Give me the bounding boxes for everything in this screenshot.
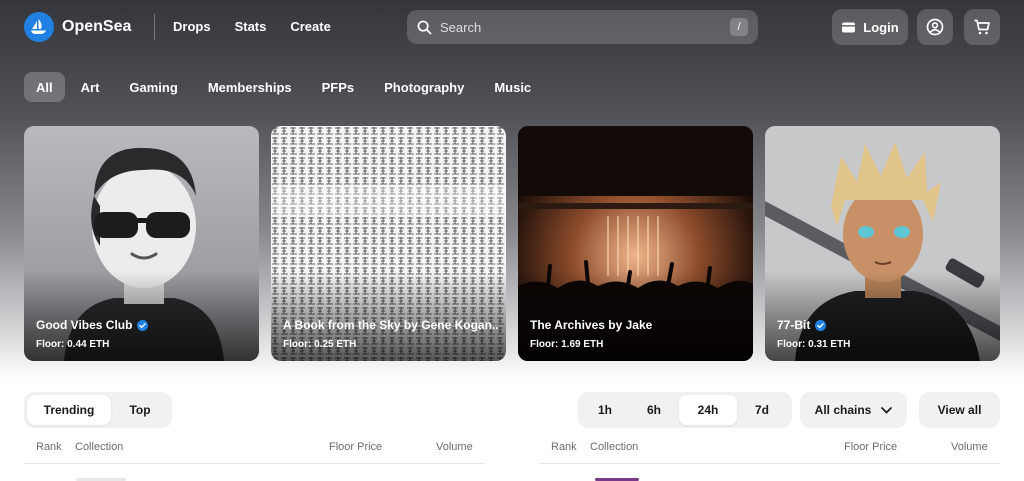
- search-shortcut-key: /: [730, 18, 748, 36]
- search-input[interactable]: [440, 19, 730, 35]
- chain-filter-label: All chains: [814, 403, 872, 417]
- category-tab-gaming[interactable]: Gaming: [115, 72, 191, 102]
- ranking-type-tabs: Trending Top: [24, 392, 172, 428]
- category-tabs: All Art Gaming Memberships PFPs Photogra…: [24, 72, 545, 102]
- featured-card-77-bit[interactable]: 77-Bit Floor: 0.31 ETH: [765, 126, 1000, 361]
- category-tab-photography[interactable]: Photography: [370, 72, 478, 102]
- card-title: Good Vibes Club: [36, 318, 251, 332]
- card-title-text: Good Vibes Club: [36, 318, 133, 332]
- category-tab-music[interactable]: Music: [480, 72, 545, 102]
- column-header-rank: Rank: [551, 441, 577, 453]
- category-tab-all[interactable]: All: [24, 72, 65, 102]
- category-tab-memberships[interactable]: Memberships: [194, 72, 306, 102]
- time-range-6h[interactable]: 6h: [629, 395, 679, 425]
- table-divider-right: [539, 463, 1000, 464]
- nav-links: Drops Stats Create: [173, 19, 331, 34]
- featured-card-archives-by-jake[interactable]: The Archives by Jake Floor: 1.69 ETH: [518, 126, 753, 361]
- card-title-text: The Archives by Jake: [530, 318, 653, 332]
- search-icon: [417, 20, 432, 34]
- table-divider-left: [24, 463, 485, 464]
- verified-badge-icon: [815, 319, 827, 331]
- time-range-24h[interactable]: 24h: [679, 395, 737, 425]
- chevron-down-icon: [881, 406, 893, 414]
- ranking-table-header-right: Rank Collection Floor Price Volume: [0, 441, 1024, 455]
- wallet-icon: [842, 22, 856, 32]
- nav-link-stats[interactable]: Stats: [235, 19, 267, 34]
- tab-top[interactable]: Top: [111, 395, 169, 425]
- nav-divider: [154, 14, 155, 40]
- featured-card-good-vibes-club[interactable]: Good Vibes Club Floor: 0.44 ETH: [24, 126, 259, 361]
- time-range-tabs: 1h 6h 24h 7d: [578, 392, 792, 428]
- cart-icon: [974, 19, 990, 35]
- brand-logo[interactable]: OpenSea: [24, 12, 131, 42]
- category-tab-art[interactable]: Art: [67, 72, 114, 102]
- card-title: 77-Bit: [777, 318, 992, 332]
- view-all-button[interactable]: View all: [919, 392, 1000, 428]
- profile-button[interactable]: [917, 9, 953, 45]
- cart-button[interactable]: [964, 9, 1000, 45]
- time-range-7d[interactable]: 7d: [737, 395, 787, 425]
- card-floor-price: Floor: 0.44 ETH: [36, 339, 110, 350]
- top-nav: OpenSea Drops Stats Create / Login: [0, 0, 1024, 56]
- opensea-logo-icon: [24, 12, 54, 42]
- card-title-text: 77-Bit: [777, 318, 811, 332]
- featured-card-book-from-the-sky[interactable]: A Book from the Sky by Gene Kogan... Flo…: [271, 126, 506, 361]
- chain-filter-dropdown[interactable]: All chains: [800, 392, 907, 428]
- card-floor-price: Floor: 1.69 ETH: [530, 339, 604, 350]
- column-header-volume: Volume: [951, 441, 988, 453]
- verified-badge-icon: [137, 319, 149, 331]
- login-button[interactable]: Login: [832, 9, 908, 45]
- card-title-text: A Book from the Sky by Gene Kogan...: [283, 318, 498, 332]
- card-title: The Archives by Jake: [530, 318, 745, 332]
- login-label: Login: [863, 19, 899, 35]
- category-tab-pfps[interactable]: PFPs: [308, 72, 369, 102]
- column-header-floor-price: Floor Price: [844, 441, 898, 453]
- card-title: A Book from the Sky by Gene Kogan...: [283, 318, 498, 332]
- column-header-collection: Collection: [590, 441, 639, 453]
- nav-link-create[interactable]: Create: [290, 19, 330, 34]
- brand-name: OpenSea: [62, 18, 132, 35]
- card-floor-price: Floor: 0.31 ETH: [777, 339, 851, 350]
- nav-link-drops[interactable]: Drops: [173, 19, 211, 34]
- time-range-1h[interactable]: 1h: [581, 395, 629, 425]
- user-circle-icon: [926, 18, 944, 36]
- tab-trending[interactable]: Trending: [27, 395, 111, 425]
- card-floor-price: Floor: 0.25 ETH: [283, 339, 357, 350]
- search-bar[interactable]: /: [407, 10, 758, 44]
